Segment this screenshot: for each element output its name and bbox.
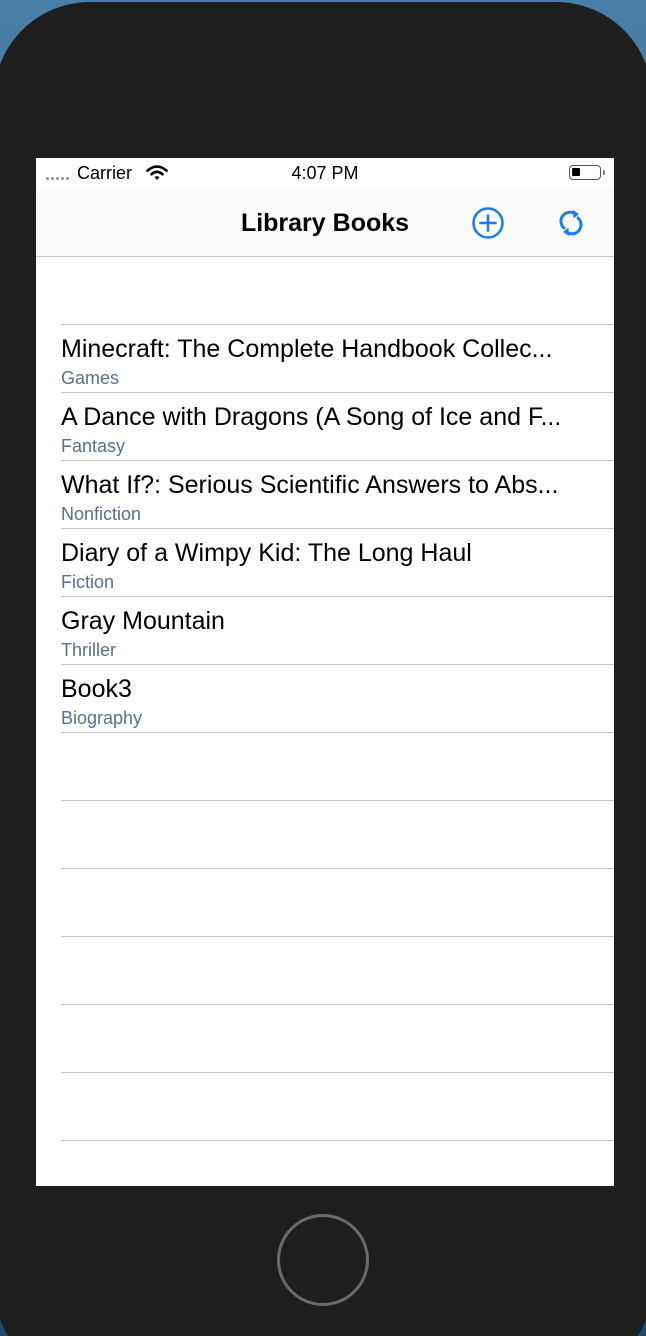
book-genre: Thriller	[61, 640, 117, 660]
book-row[interactable]: Gray Mountain Thriller	[61, 597, 614, 665]
book-genre: Fiction	[61, 572, 115, 592]
book-title: Book3	[61, 675, 132, 703]
refresh-icon	[559, 210, 583, 236]
empty-row	[61, 257, 614, 325]
book-genre: Biography	[61, 708, 143, 728]
navigation-bar: Library Books	[36, 188, 614, 257]
empty-row	[61, 801, 614, 869]
book-row[interactable]: What If?: Serious Scientific Answers to …	[61, 461, 614, 529]
app-screen: Carrier 4:07 PM Library Books Minecraft:…	[36, 158, 614, 1186]
battery-icon	[569, 165, 601, 180]
add-book-button[interactable]	[470, 205, 506, 241]
book-genre: Games	[61, 368, 120, 388]
book-title: Minecraft: The Complete Handbook Collec.…	[61, 335, 553, 363]
book-genre: Nonfiction	[61, 504, 142, 524]
page-title: Library Books	[240, 209, 410, 237]
book-title: What If?: Serious Scientific Answers to …	[61, 471, 559, 499]
book-title: A Dance with Dragons (A Song of Ice and …	[61, 403, 562, 431]
plus-circle-icon	[472, 207, 504, 239]
empty-row	[61, 937, 614, 1005]
book-row[interactable]: A Dance with Dragons (A Song of Ice and …	[61, 393, 614, 461]
book-title: Gray Mountain	[61, 607, 225, 635]
battery-tip	[603, 170, 605, 175]
book-row[interactable]: Book3 Biography	[61, 665, 614, 733]
status-bar: Carrier 4:07 PM	[36, 158, 614, 188]
empty-row	[61, 1073, 614, 1141]
book-list: Minecraft: The Complete Handbook Collec.…	[36, 257, 614, 1141]
book-row[interactable]: Minecraft: The Complete Handbook Collec.…	[61, 325, 614, 393]
empty-row	[61, 733, 614, 801]
status-time: 4:07 PM	[291, 163, 359, 183]
empty-row	[61, 1005, 614, 1073]
book-title: Diary of a Wimpy Kid: The Long Haul	[61, 539, 472, 567]
book-row[interactable]: Diary of a Wimpy Kid: The Long Haul Ficti…	[61, 529, 614, 597]
empty-row	[61, 869, 614, 937]
book-genre: Fantasy	[61, 436, 126, 456]
home-button[interactable]	[277, 1214, 369, 1306]
refresh-button[interactable]	[553, 205, 589, 241]
